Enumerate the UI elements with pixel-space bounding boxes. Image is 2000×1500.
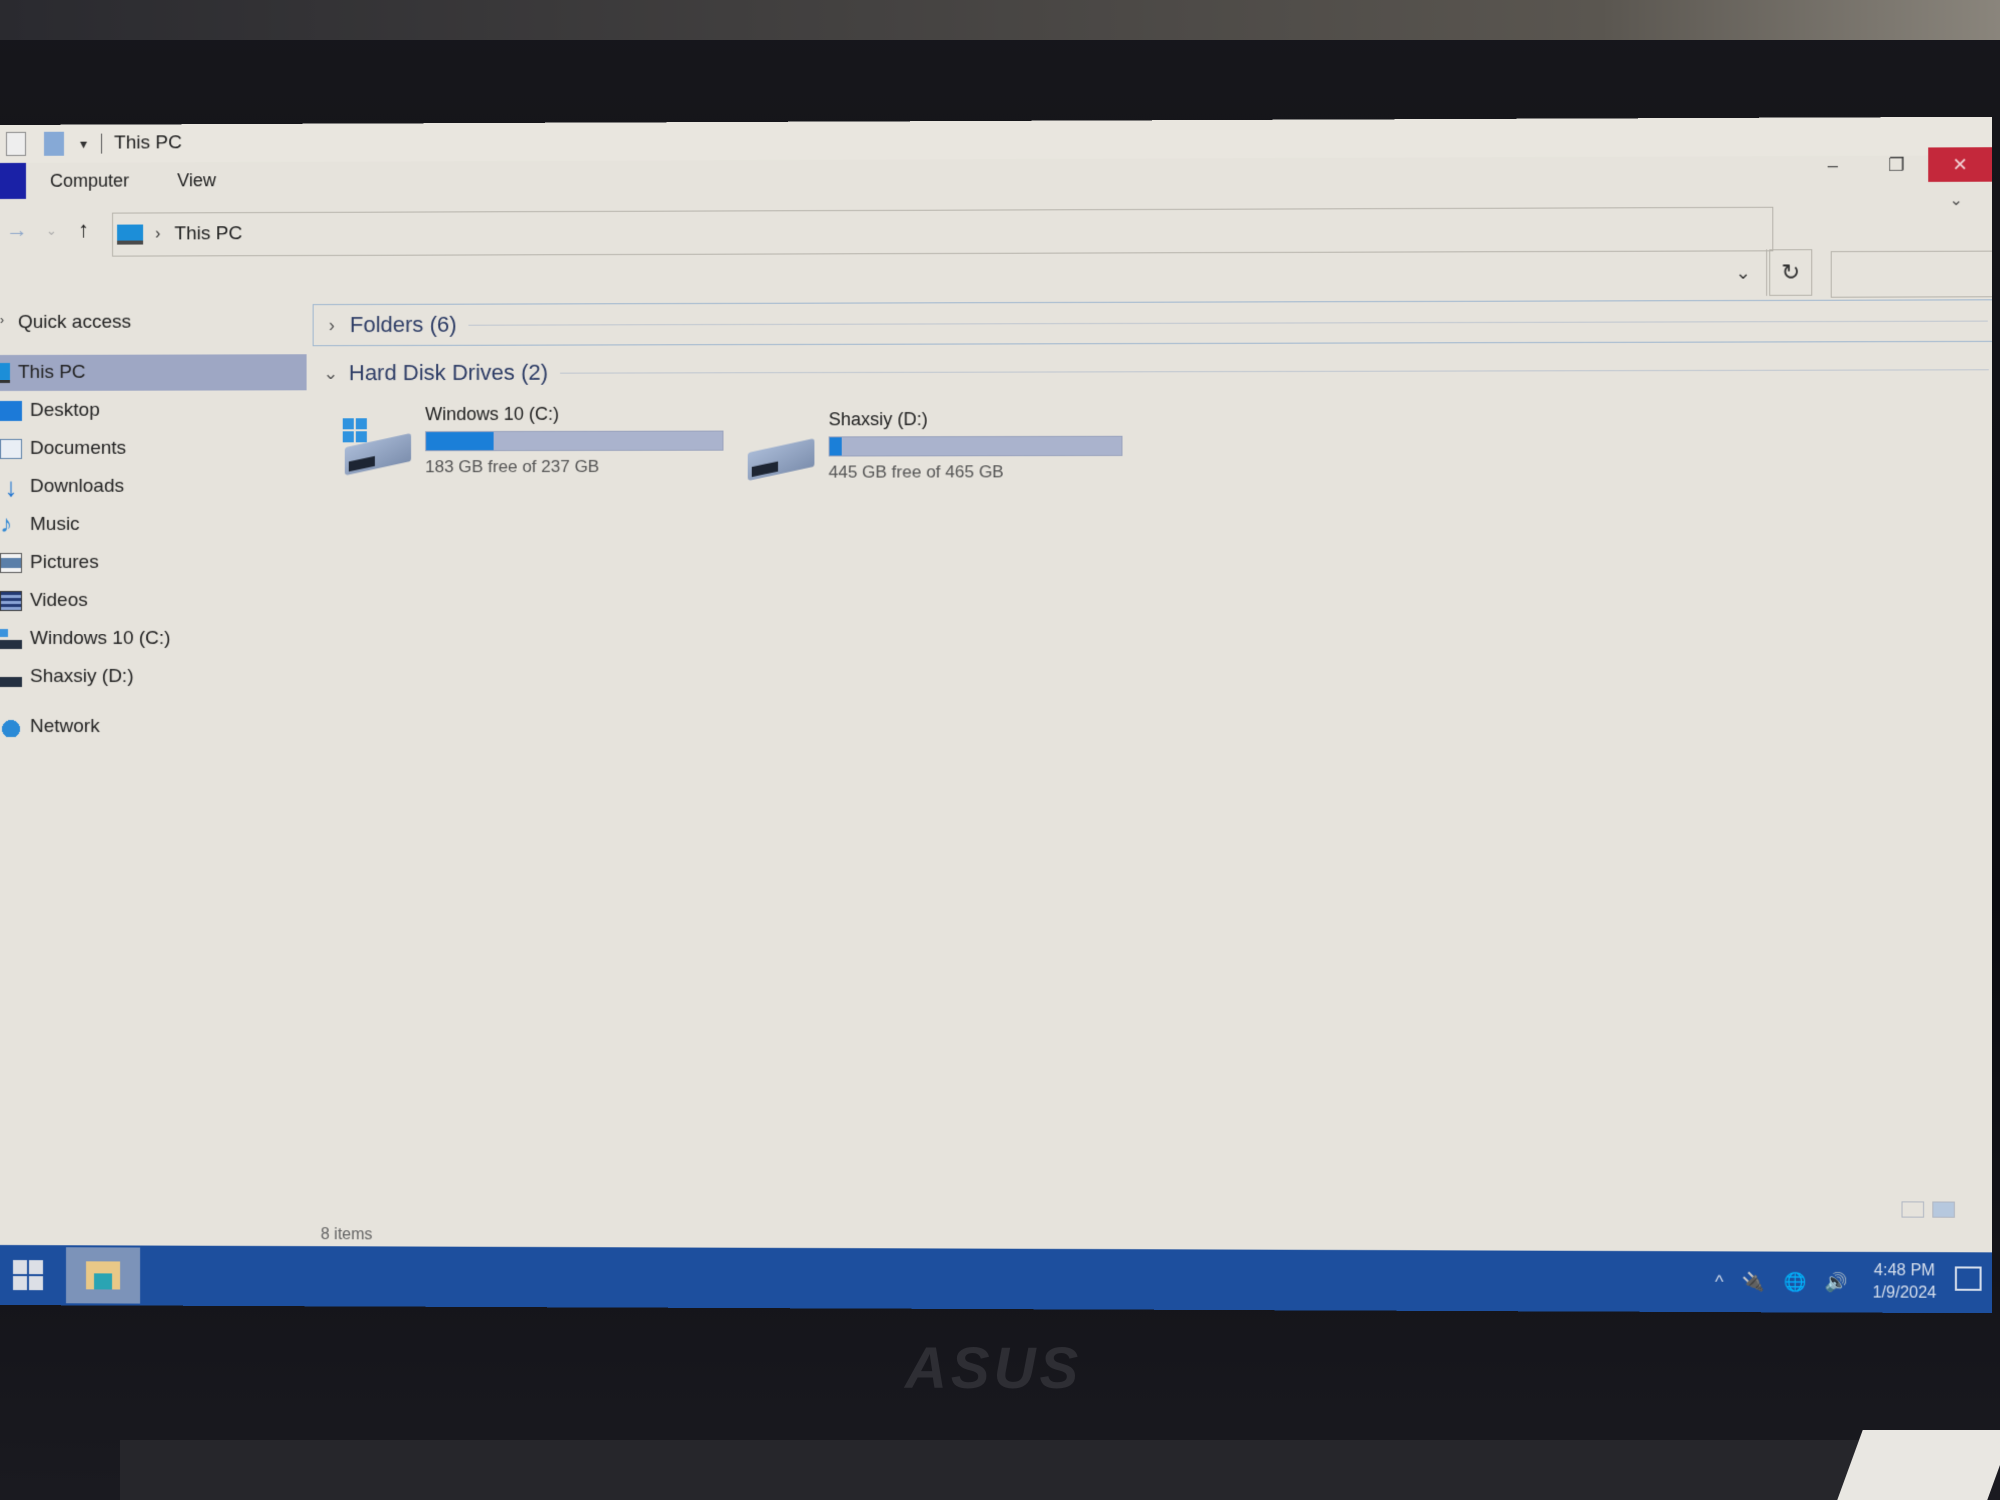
forward-button[interactable]: → [6, 217, 28, 243]
address-bar[interactable]: › This PC [112, 206, 1774, 257]
taskbar: ^ 🔌 🌐 🔊 4:48 PM 1/9/2024 [0, 1245, 1992, 1314]
customize-qat-dropdown[interactable]: ▾ [80, 135, 87, 152]
content-pane: › Folders (6) ⌄ Hard Disk Drives (2) Win… [312, 289, 1992, 1252]
network-icon [0, 717, 22, 738]
documents-icon [0, 438, 22, 459]
sidebar-item-label: Downloads [29, 475, 125, 497]
sidebar-item-label: Documents [29, 437, 127, 459]
chevron-right-icon: › [328, 314, 335, 335]
sidebar-item-label: Shaxsiy (D:) [29, 665, 134, 687]
breadcrumb-this-pc[interactable]: This PC [175, 223, 243, 245]
navigation-bar: → ⌄ ↑ › This PC [0, 204, 1992, 257]
group-label: Hard Disk Drives (2) [348, 359, 549, 386]
laptop-bezel: ▾ This PC – ❐ ✕ Computer View ⌄ → ⌄ ↑ › … [0, 0, 2000, 1500]
group-header-folders[interactable]: › Folders (6) [312, 299, 1992, 347]
drive-usage-bar [828, 435, 1123, 457]
sidebar-item-network[interactable]: Network [0, 709, 307, 745]
hard-drive-icon [747, 438, 815, 481]
sidebar-item-drive-d[interactable]: Shaxsiy (D:) [0, 659, 307, 695]
sidebar-item-pictures[interactable]: Pictures [0, 545, 307, 581]
drive-d-icon [0, 666, 22, 687]
sidebar-item-label: Music [29, 513, 80, 535]
drive-usage-fill [829, 437, 843, 456]
sidebar-item-this-pc[interactable]: This PC [0, 354, 307, 391]
breadcrumb-separator[interactable]: › [155, 225, 160, 243]
volume-icon[interactable]: 🔊 [1825, 1272, 1848, 1293]
sidebar-item-label: Videos [29, 589, 88, 611]
drive-free-space: 183 GB free of 237 GB [425, 456, 600, 477]
taskbar-file-explorer[interactable] [66, 1247, 141, 1304]
chevron-down-icon: ⌄ [323, 362, 339, 383]
drive-free-space: 445 GB free of 465 GB [828, 462, 1004, 482]
sidebar-item-label: Network [29, 716, 100, 738]
pictures-icon [0, 552, 22, 573]
this-pc-icon [117, 224, 144, 245]
sidebar-item-label: This PC [17, 361, 86, 383]
system-tray: ^ 🔌 🌐 🔊 4:48 PM 1/9/2024 [1715, 1251, 1936, 1313]
clock[interactable]: 4:48 PM 1/9/2024 [1872, 1260, 1936, 1305]
view-switcher [1901, 1201, 1955, 1218]
sidebar-item-documents[interactable]: Documents [0, 430, 307, 467]
pc-icon [0, 362, 10, 383]
power-icon[interactable]: 🔌 [1742, 1271, 1765, 1292]
group-divider [468, 320, 1988, 326]
laptop-base [120, 1440, 1880, 1500]
windows-start-icon [12, 1260, 44, 1291]
music-icon: ♪ [0, 510, 12, 538]
start-button[interactable] [0, 1245, 56, 1305]
file-explorer-icon [86, 1261, 121, 1290]
screen: ▾ This PC – ❐ ✕ Computer View ⌄ → ⌄ ↑ › … [0, 116, 1992, 1314]
window-title: This PC [114, 132, 182, 154]
tab-file[interactable] [0, 162, 26, 199]
drive-tile-c[interactable]: Windows 10 (C:) 183 GB free of 237 GB [342, 403, 724, 478]
action-center-icon[interactable] [1954, 1266, 1982, 1291]
group-divider [560, 368, 1989, 374]
ribbon-tabs: Computer View [0, 155, 1992, 199]
drive-d-icon [746, 423, 817, 483]
sidebar-item-quick-access[interactable]: › Quick access [0, 304, 307, 341]
background-wall [0, 0, 2000, 40]
network-status-icon[interactable]: 🌐 [1783, 1271, 1806, 1292]
sidebar-item-label: Desktop [29, 399, 100, 421]
sidebar-item-music[interactable]: ♪ Music [0, 507, 307, 543]
sidebar-item-videos[interactable]: Videos [0, 583, 307, 619]
drive-tile-d[interactable]: Shaxsiy (D:) 445 GB free of 465 GB [746, 409, 1123, 484]
sidebar-item-label: Windows 10 (C:) [29, 627, 171, 649]
drive-c-icon [342, 418, 413, 478]
sidebar-item-drive-c[interactable]: Windows 10 (C:) [0, 621, 307, 657]
tab-computer[interactable]: Computer [50, 166, 129, 195]
title-separator [101, 133, 103, 154]
status-bar-item-count: 8 items [320, 1226, 373, 1244]
up-button[interactable]: ↑ [78, 217, 89, 243]
drive-name: Shaxsiy (D:) [828, 409, 928, 430]
recent-locations-button[interactable]: ⌄ [46, 223, 57, 239]
group-header-hard-disk-drives[interactable]: ⌄ Hard Disk Drives (2) [313, 348, 1992, 394]
sidebar-item-downloads[interactable]: ↓ Downloads [0, 468, 307, 505]
drive-usage-fill [426, 432, 494, 451]
videos-icon [0, 590, 22, 611]
desktop-icon [0, 400, 22, 421]
drive-name: Windows 10 (C:) [425, 403, 560, 425]
clock-date: 1/9/2024 [1872, 1284, 1937, 1302]
drive-usage-bar [425, 430, 724, 452]
show-hidden-icons-button[interactable]: ^ [1715, 1271, 1724, 1292]
navigation-pane: › Quick access This PC Desktop Documents… [0, 294, 311, 1196]
group-label: Folders (6) [349, 311, 457, 338]
drive-c-icon [0, 628, 22, 649]
details-view-button[interactable] [1901, 1201, 1925, 1218]
chevron-icon[interactable]: › [0, 313, 10, 333]
sidebar-item-label: Pictures [29, 551, 99, 573]
properties-icon[interactable] [5, 131, 26, 156]
asus-logo: ASUS [905, 1336, 1083, 1401]
tab-view[interactable]: View [177, 166, 216, 195]
downloads-icon: ↓ [4, 471, 18, 502]
desk-surface [1837, 1430, 2000, 1500]
sidebar-item-label: Quick access [17, 311, 132, 333]
windows-logo-icon [342, 418, 367, 443]
new-folder-icon[interactable] [44, 131, 65, 156]
sidebar-item-desktop[interactable]: Desktop [0, 392, 307, 429]
clock-time: 4:48 PM [1873, 1262, 1936, 1280]
large-icons-view-button[interactable] [1932, 1201, 1955, 1218]
